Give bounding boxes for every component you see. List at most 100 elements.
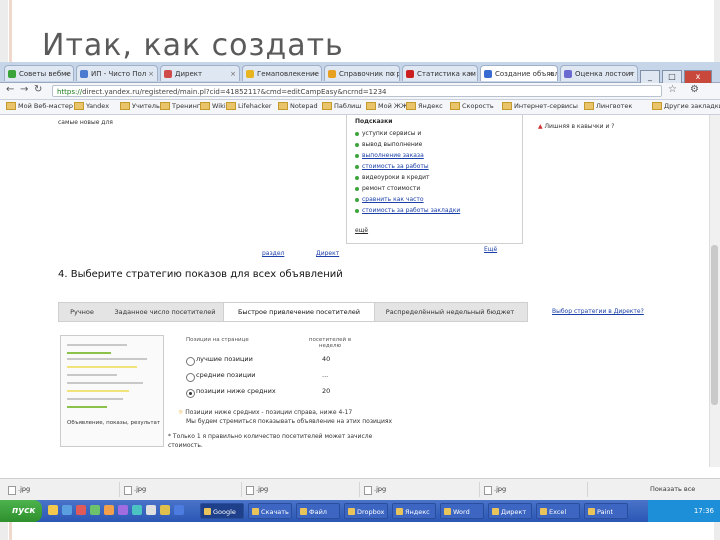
download-item[interactable]: .jpg [246, 482, 360, 497]
close-window-icon[interactable]: x [684, 70, 712, 84]
radio-middle[interactable] [186, 373, 195, 382]
slide: Итак, как создать Советы вебме × ИП - Чис… [0, 0, 720, 540]
taskbar-task[interactable]: Скачать [248, 503, 292, 519]
tab-7[interactable]: Оценка лостоит × [560, 65, 638, 81]
clock[interactable]: 17:36 [694, 507, 714, 515]
window-controls: _ □ x [638, 64, 712, 84]
hint-item[interactable]: сравнить как часто [355, 196, 424, 203]
hint-item[interactable]: уступки сервисы и [355, 130, 421, 137]
tab-6-active[interactable]: Создание объявл × [480, 65, 558, 81]
bookmark-item[interactable]: Wiki [200, 102, 226, 110]
task-icon [396, 508, 403, 515]
radio-best[interactable] [186, 357, 195, 366]
quicklaunch-icon[interactable] [90, 505, 100, 515]
quicklaunch-icon[interactable] [118, 505, 128, 515]
download-item[interactable]: .jpg [124, 482, 242, 497]
wrench-icon[interactable]: ⚙ [690, 84, 699, 95]
bottom-link-1[interactable]: раздел [262, 250, 284, 257]
tab-close-icon[interactable]: × [312, 66, 318, 81]
quicklaunch-icon[interactable] [62, 505, 72, 515]
bookmark-item[interactable]: Паблиш [322, 102, 361, 110]
tab-close-icon[interactable]: × [230, 66, 236, 81]
hint-item[interactable]: стоимость за работы закладки [355, 207, 460, 214]
quicklaunch-icon[interactable] [104, 505, 114, 515]
quicklaunch-icon[interactable] [48, 505, 58, 515]
tab-close-icon[interactable]: × [64, 66, 70, 81]
download-item[interactable]: .jpg [484, 482, 588, 497]
tab-label: Советы вебме [19, 70, 71, 78]
tab-close-icon[interactable]: × [548, 66, 554, 81]
tab-0[interactable]: Советы вебме × [4, 65, 74, 81]
bottom-link-3[interactable]: Ещё [484, 246, 497, 253]
taskbar-task[interactable]: Excel [536, 503, 580, 519]
tab-strategy-manual[interactable]: Ручное [59, 303, 105, 321]
tab-1[interactable]: ИП - Чисто Пол × [76, 65, 158, 81]
hint-item[interactable]: вывод выполнение [355, 141, 422, 148]
hint-item[interactable]: видеоуроки в кредит [355, 174, 430, 181]
quicklaunch-icon[interactable] [174, 505, 184, 515]
tab-5[interactable]: Статистика кам × [402, 65, 478, 81]
bookmark-item[interactable]: Lifehacker [226, 102, 272, 110]
strategy-help-link[interactable]: Выбор стратегии в Директе? [552, 308, 644, 315]
bottom-link-2[interactable]: Директ [316, 250, 339, 257]
tab-strategy-budget[interactable]: Распределённый недельный бюджет [375, 303, 525, 321]
download-item[interactable]: .jpg [8, 482, 120, 497]
radio-below-average[interactable] [186, 389, 195, 398]
quicklaunch-icon[interactable] [160, 505, 170, 515]
bookmark-item[interactable]: Лингвотек [584, 102, 632, 110]
bookmark-item[interactable]: Яндекс [406, 102, 443, 110]
maximize-icon[interactable]: □ [662, 70, 682, 84]
quicklaunch-icon[interactable] [132, 505, 142, 515]
tab-strategy-fast[interactable]: Быстрое привлечение посетителей [223, 303, 375, 321]
hints-more-link[interactable]: ещё [355, 227, 368, 234]
taskbar-task[interactable]: Файл [296, 503, 340, 519]
tab-close-icon[interactable]: × [468, 66, 474, 81]
table-row[interactable]: позиции ниже средних 20 [186, 387, 356, 401]
show-all-downloads[interactable]: Показать все [640, 482, 710, 497]
taskbar-task[interactable]: Google [200, 503, 244, 519]
bookmark-label: Другие закладки [664, 102, 720, 110]
folder-icon [6, 102, 16, 110]
taskbar-task[interactable]: Директ [488, 503, 532, 519]
hint-item[interactable]: стоимость за работы [355, 163, 429, 170]
taskbar-task[interactable]: Яндекс [392, 503, 436, 519]
table-row[interactable]: средние позиции ... [186, 371, 356, 385]
hint-item[interactable]: ремонт стоимости [355, 185, 420, 192]
bookmark-item[interactable]: Интернет-сервисы [502, 102, 578, 110]
minimize-icon[interactable]: _ [640, 70, 660, 84]
tab-close-icon[interactable]: × [148, 66, 154, 81]
taskbar-task[interactable]: Paint [584, 503, 628, 519]
back-icon[interactable]: ← [6, 84, 14, 95]
url-input[interactable]: https://direct.yandex.ru/registered/main… [52, 85, 662, 97]
tab-3[interactable]: Гемаповлекение × [242, 65, 322, 81]
download-label: .jpg [134, 485, 147, 493]
table-row[interactable]: лучшие позиции 40 [186, 355, 356, 369]
bookmark-item[interactable]: Мой ЖЖ [366, 102, 408, 110]
bookmark-item[interactable]: Учитель [120, 102, 160, 110]
tab-close-icon[interactable]: × [628, 66, 634, 81]
taskbar-task[interactable]: Word [440, 503, 484, 519]
quicklaunch-icon[interactable] [76, 505, 86, 515]
reload-icon[interactable]: ↻ [34, 84, 42, 95]
page-scrollbar[interactable] [709, 115, 720, 467]
bookmark-item[interactable]: Notepad [278, 102, 318, 110]
bookmark-item[interactable]: Другие закладки [652, 102, 720, 110]
bookmark-label: Учитель [132, 102, 160, 110]
quicklaunch-icon[interactable] [146, 505, 156, 515]
bookmark-item[interactable]: Скорость [450, 102, 494, 110]
bookmark-item[interactable]: Yandex [74, 102, 109, 110]
scrollbar-thumb[interactable] [711, 245, 718, 405]
tab-4[interactable]: Справочник по р × [324, 65, 400, 81]
hint-item[interactable]: выполнение заказа [355, 152, 424, 159]
tab-2[interactable]: Директ × [160, 65, 240, 81]
bookmark-star-icon[interactable]: ☆ [668, 84, 677, 95]
download-item[interactable]: .jpg [364, 482, 480, 497]
tab-close-icon[interactable]: × [390, 66, 396, 81]
tab-favicon-icon [328, 70, 336, 78]
start-button[interactable]: пуск [0, 500, 42, 522]
forward-icon[interactable]: → [20, 84, 28, 95]
tab-strategy-visitors[interactable]: Заданное число посетителей [109, 303, 221, 321]
bookmark-item[interactable]: Тренинги [160, 102, 204, 110]
taskbar-task[interactable]: Dropbox [344, 503, 388, 519]
bookmark-item[interactable]: Мой Веб-мастер [6, 102, 73, 110]
